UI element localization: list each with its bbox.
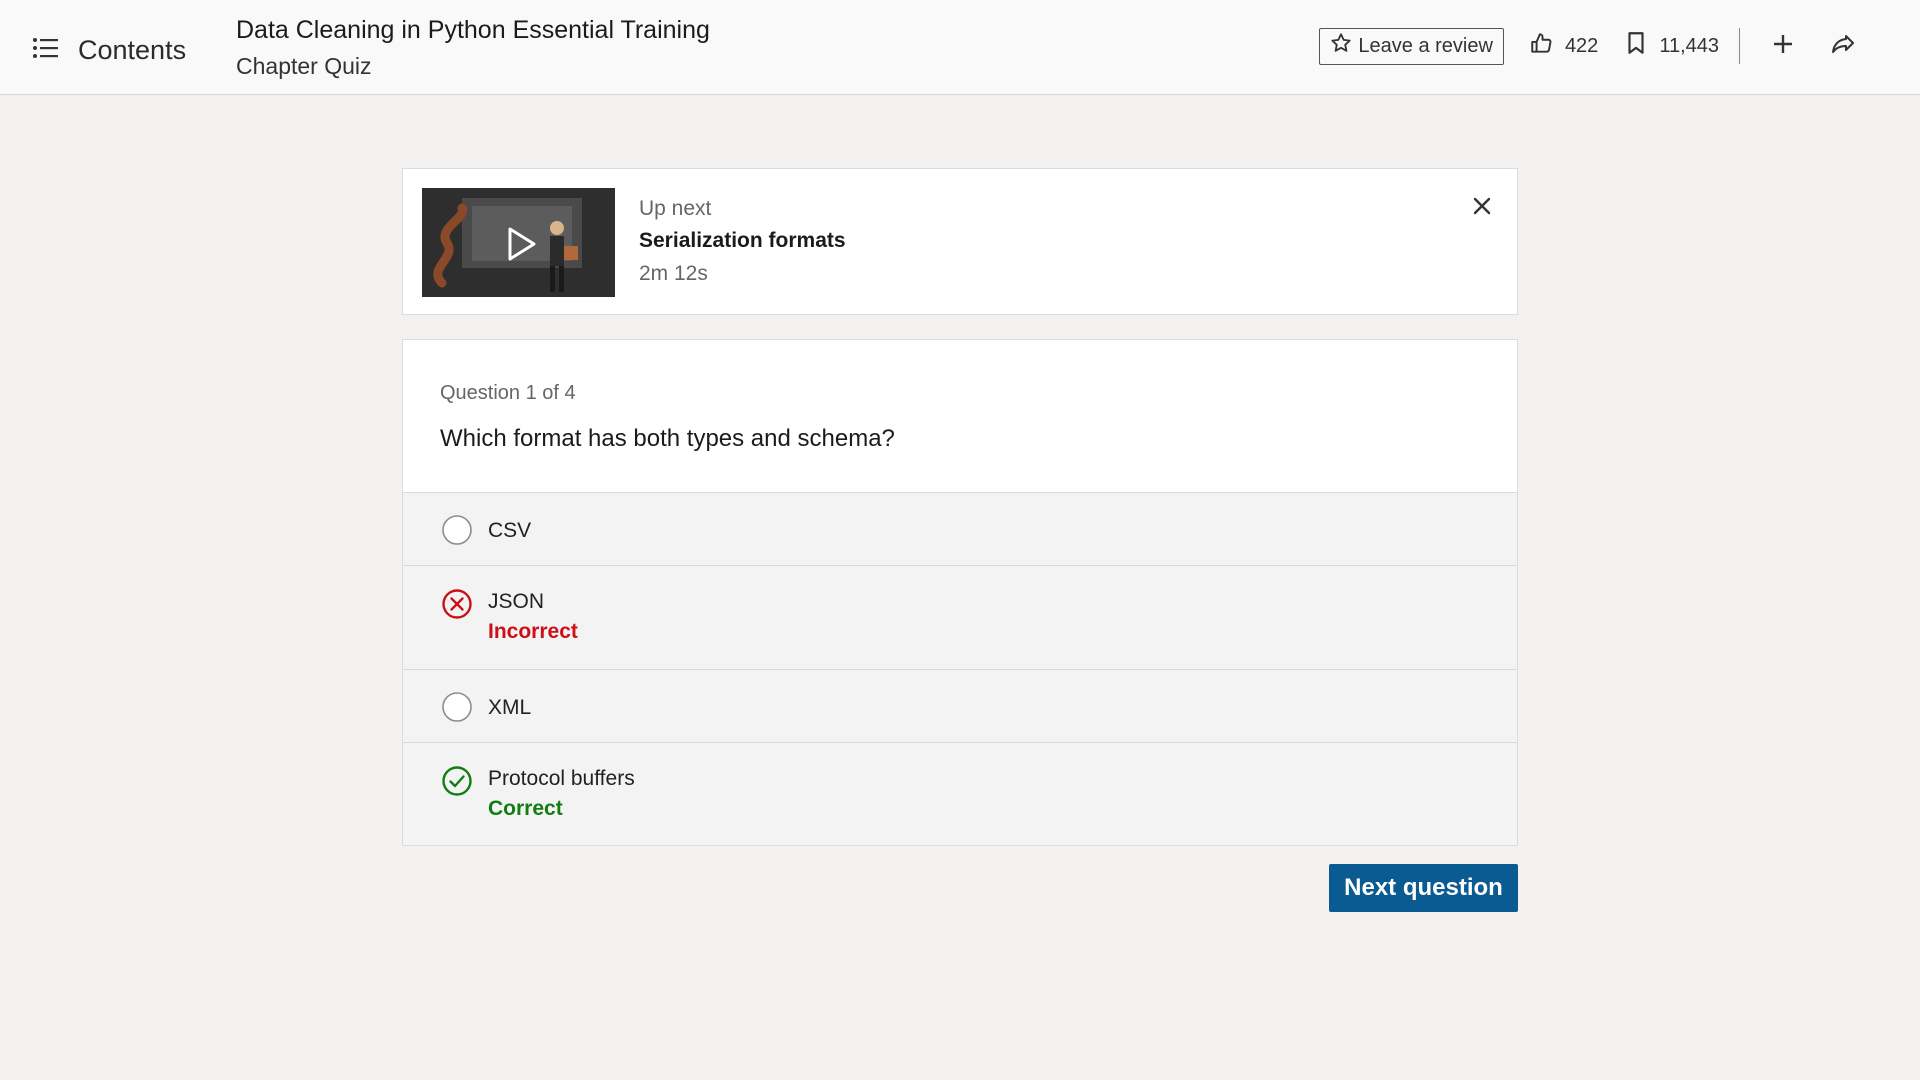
leave-review-button[interactable]: Leave a review <box>1319 27 1504 65</box>
chapter-title: Chapter Quiz <box>236 53 372 79</box>
course-title[interactable]: Data Cleaning in Python Essential Traini… <box>236 16 710 45</box>
star-icon <box>1330 32 1358 60</box>
up-next-label: Up next <box>639 197 712 220</box>
correct-status: Correct <box>488 797 563 820</box>
quiz-card: Question 1 of 4 Which format has both ty… <box>402 339 1518 846</box>
incorrect-icon <box>441 588 473 620</box>
top-bar: Contents Data Cleaning in Python Essenti… <box>0 0 1920 95</box>
next-question-button[interactable]: Next question <box>1329 864 1518 912</box>
save-count: 11,443 <box>1659 34 1719 57</box>
answer-option-label: CSV <box>488 519 532 542</box>
up-next-duration: 2m 12s <box>639 262 708 285</box>
radio-empty-icon <box>441 514 473 546</box>
like-count: 422 <box>1564 34 1599 57</box>
header-actions: Leave a review 422 11,443 <box>1319 26 1860 66</box>
plus-icon <box>1769 30 1797 63</box>
question-text: Which format has both types and schema? <box>440 425 895 452</box>
contents-label: Contents <box>78 34 187 65</box>
contents-button[interactable]: Contents <box>30 30 186 70</box>
add-to-collection-button[interactable] <box>1766 29 1800 63</box>
answer-option-csv[interactable]: CSV <box>403 492 1517 565</box>
divider <box>1739 28 1740 64</box>
answer-option-label: JSON <box>488 590 545 613</box>
play-icon <box>489 214 549 274</box>
bookmark-icon <box>1623 30 1659 62</box>
answer-option-json[interactable]: JSON Incorrect <box>403 565 1517 669</box>
close-icon <box>1471 195 1493 222</box>
up-next-thumbnail[interactable] <box>422 188 615 297</box>
close-up-next-button[interactable] <box>1467 193 1497 223</box>
up-next-title[interactable]: Serialization formats <box>639 229 846 253</box>
share-icon <box>1829 30 1857 63</box>
share-button[interactable] <box>1826 29 1860 63</box>
list-icon <box>30 32 62 69</box>
answer-option-protocol-buffers[interactable]: Protocol buffers Correct <box>403 742 1517 845</box>
question-counter: Question 1 of 4 <box>440 382 576 404</box>
radio-empty-icon <box>441 691 473 723</box>
answer-option-label: XML <box>488 696 532 719</box>
up-next-card: Up next Serialization formats 2m 12s <box>402 168 1518 315</box>
correct-icon <box>441 765 473 797</box>
answer-option-label: Protocol buffers <box>488 767 635 790</box>
thumbs-up-icon <box>1529 30 1565 62</box>
leave-review-label: Leave a review <box>1358 34 1493 57</box>
like-button[interactable]: 422 <box>1529 30 1598 62</box>
save-button[interactable]: 11,443 <box>1623 30 1719 62</box>
answer-option-xml[interactable]: XML <box>403 669 1517 742</box>
incorrect-status: Incorrect <box>488 620 578 643</box>
